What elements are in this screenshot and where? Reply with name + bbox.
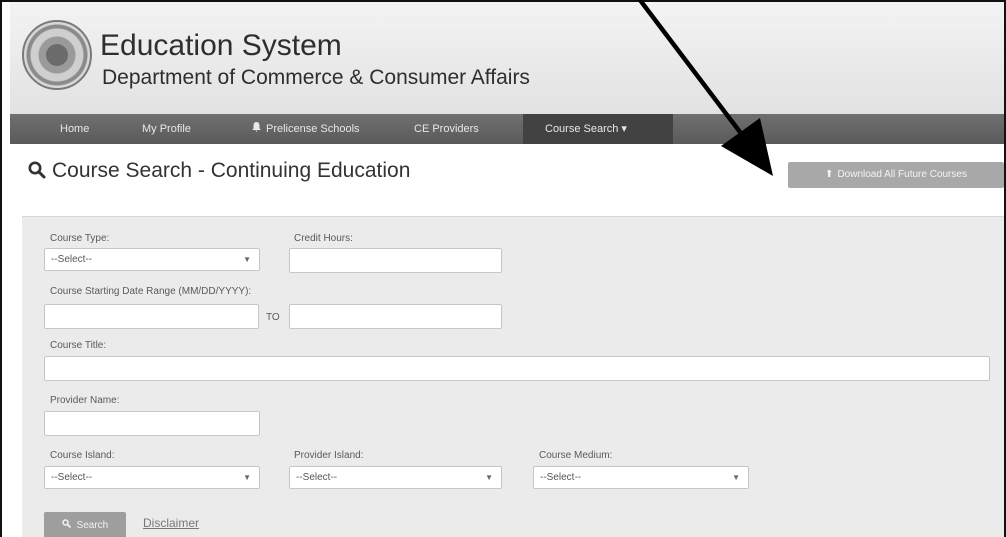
course-medium-select[interactable]: --Select-- ▼ bbox=[533, 466, 749, 489]
download-all-future-courses-button[interactable]: ⬆ Download All Future Courses bbox=[788, 162, 1004, 188]
date-to-separator: TO bbox=[266, 312, 280, 323]
bell-icon bbox=[252, 114, 261, 144]
site-header: Education System Department of Commerce … bbox=[10, 2, 1004, 114]
state-seal-logo bbox=[22, 20, 92, 90]
course-title-input[interactable] bbox=[44, 356, 990, 381]
chevron-down-icon: ▼ bbox=[732, 473, 740, 482]
search-icon bbox=[62, 519, 74, 531]
main-navbar: Home My Profile Prelicense Schools CE Pr… bbox=[10, 114, 1004, 144]
nav-course-search[interactable]: Course Search ▾ bbox=[523, 114, 673, 144]
nav-ce-providers[interactable]: CE Providers bbox=[400, 114, 493, 144]
date-range-label: Course Starting Date Range (MM/DD/YYYY): bbox=[50, 286, 252, 297]
credit-hours-label: Credit Hours: bbox=[294, 233, 353, 244]
download-button-label: Download All Future Courses bbox=[837, 169, 967, 180]
course-island-value: --Select-- bbox=[51, 472, 93, 483]
chevron-down-icon: ▼ bbox=[243, 473, 251, 482]
nav-my-profile[interactable]: My Profile bbox=[128, 114, 205, 144]
nav-home[interactable]: Home bbox=[46, 114, 103, 144]
credit-hours-input[interactable] bbox=[289, 248, 502, 273]
disclaimer-link[interactable]: Disclaimer bbox=[143, 516, 199, 530]
course-type-select[interactable]: --Select-- ▼ bbox=[44, 248, 260, 271]
course-title-label: Course Title: bbox=[50, 340, 107, 351]
date-from-input[interactable] bbox=[44, 304, 259, 329]
course-type-value: --Select-- bbox=[51, 254, 93, 265]
course-medium-value: --Select-- bbox=[540, 472, 582, 483]
page-title: Course Search - Continuing Education bbox=[28, 159, 410, 185]
provider-island-value: --Select-- bbox=[296, 472, 338, 483]
nav-prelicense-schools[interactable]: Prelicense Schools bbox=[238, 114, 374, 144]
screenshot-frame: Education System Department of Commerce … bbox=[0, 0, 1006, 537]
chevron-down-icon: ▼ bbox=[243, 255, 251, 264]
site-subtitle: Department of Commerce & Consumer Affair… bbox=[102, 66, 530, 89]
nav-prelicense-label: Prelicense Schools bbox=[266, 123, 360, 135]
provider-name-input[interactable] bbox=[44, 411, 260, 436]
course-island-label: Course Island: bbox=[50, 450, 115, 461]
provider-island-select[interactable]: --Select-- ▼ bbox=[289, 466, 502, 489]
download-icon: ⬆ bbox=[825, 169, 834, 180]
page-title-text: Course Search - Continuing Education bbox=[52, 159, 411, 182]
course-medium-label: Course Medium: bbox=[539, 450, 613, 461]
course-island-select[interactable]: --Select-- ▼ bbox=[44, 466, 260, 489]
provider-name-label: Provider Name: bbox=[50, 395, 120, 406]
course-type-label: Course Type: bbox=[50, 233, 110, 244]
seal-center bbox=[46, 44, 68, 66]
chevron-down-icon: ▼ bbox=[485, 473, 493, 482]
date-to-input[interactable] bbox=[289, 304, 502, 329]
search-icon bbox=[28, 161, 46, 185]
search-button-label: Search bbox=[76, 520, 109, 531]
site-title: Education System bbox=[100, 29, 342, 62]
provider-island-label: Provider Island: bbox=[294, 450, 364, 461]
search-button[interactable]: Search bbox=[44, 512, 126, 537]
